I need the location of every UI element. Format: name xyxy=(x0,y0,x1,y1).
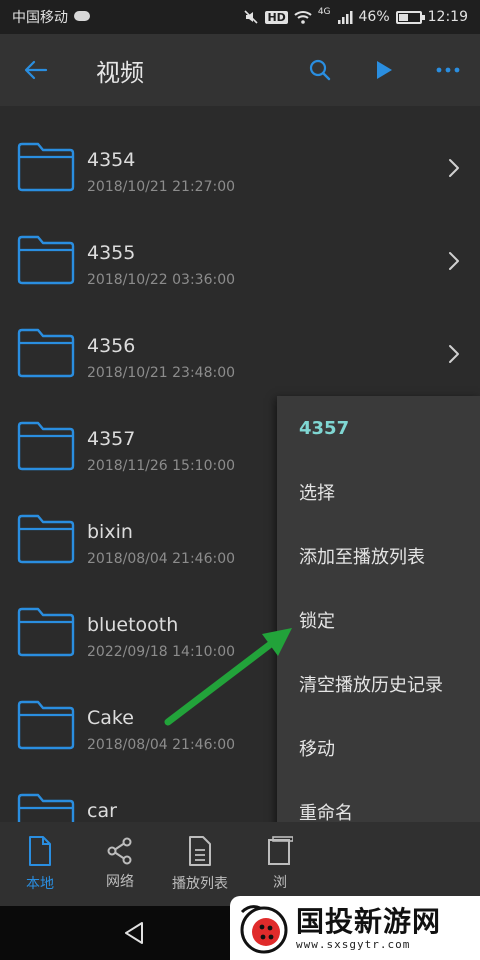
menu-item[interactable]: 添加至播放列表 xyxy=(277,524,480,588)
chevron-right-icon xyxy=(449,252,459,270)
file-icon xyxy=(29,836,51,866)
ladybug-logo-icon xyxy=(240,905,288,954)
file-date: 2018/10/21 21:27:00 xyxy=(87,179,236,195)
watermark-url: www.sxsgytr.com xyxy=(296,937,411,951)
document-icon xyxy=(189,836,211,866)
back-button[interactable] xyxy=(0,34,72,106)
file-row[interactable]: 4356 2018/10/21 23:48:00 xyxy=(0,307,480,400)
tab-local[interactable]: 本地 xyxy=(0,822,80,906)
status-bar: 中国移动 HD 4G 46% 12:19 xyxy=(0,0,480,34)
file-name: bixin xyxy=(87,521,133,543)
folder-icon xyxy=(17,514,75,564)
hd-icon: HD xyxy=(265,10,288,24)
page-title: 视频 xyxy=(96,58,144,87)
bottom-nav: 本地 网络 播放列表 浏 xyxy=(0,822,480,906)
folder-icon xyxy=(17,793,75,822)
file-name: 4356 xyxy=(87,335,136,357)
menu-item[interactable]: 清空播放历史记录 xyxy=(277,652,480,716)
watermark-title: 国投新游网 xyxy=(296,904,442,938)
chevron-right-icon xyxy=(449,345,459,363)
folder-icon xyxy=(17,607,75,657)
file-name: 4354 xyxy=(87,149,136,171)
file-row[interactable]: 4355 2018/10/22 03:36:00 xyxy=(0,214,480,307)
play-icon xyxy=(377,61,392,79)
folder-icon xyxy=(17,142,75,192)
battery-icon xyxy=(395,10,425,24)
file-name: bluetooth xyxy=(87,614,179,636)
app-bar: 视频 xyxy=(0,34,480,106)
share-icon xyxy=(107,837,132,865)
file-date: 2018/08/04 21:46:00 xyxy=(87,737,236,753)
tab-label: 浏 xyxy=(273,875,287,891)
mute-icon xyxy=(244,10,259,24)
file-name: Cake xyxy=(87,707,134,729)
file-name: 4357 xyxy=(87,428,136,450)
menu-item[interactable]: 移动 xyxy=(277,716,480,780)
file-date: 2018/10/21 23:48:00 xyxy=(87,365,236,381)
tab-playlist[interactable]: 播放列表 xyxy=(160,822,240,906)
signal-icon xyxy=(337,11,353,24)
file-date: 2022/09/18 14:10:00 xyxy=(87,644,236,660)
play-button[interactable] xyxy=(352,34,416,106)
tab-label: 本地 xyxy=(26,876,54,892)
network-type-label: 4G xyxy=(317,7,331,17)
file-date: 2018/10/22 03:36:00 xyxy=(87,272,236,288)
tab-network[interactable]: 网络 xyxy=(80,822,160,906)
folder-icon xyxy=(17,421,75,471)
file-name: car xyxy=(87,800,117,822)
search-icon xyxy=(309,59,331,81)
tab-label: 网络 xyxy=(106,874,134,890)
more-icon xyxy=(436,67,460,73)
folder-icon xyxy=(17,328,75,378)
system-back-button[interactable] xyxy=(74,906,194,960)
search-button[interactable] xyxy=(288,34,352,106)
menu-header: 4357 xyxy=(299,417,350,439)
watermark: 国投新游网 www.sxsgytr.com xyxy=(230,896,480,960)
triangle-back-icon xyxy=(125,922,143,944)
file-date: 2018/08/04 21:46:00 xyxy=(87,551,236,567)
file-row[interactable]: 4354 2018/10/21 21:27:00 xyxy=(0,121,480,214)
folder-icon xyxy=(17,235,75,285)
cloud-icon xyxy=(74,11,90,21)
wifi-icon xyxy=(294,11,312,24)
menu-item[interactable]: 锁定 xyxy=(277,588,480,652)
file-date: 2018/11/26 15:10:00 xyxy=(87,458,236,474)
clock-label: 12:19 xyxy=(427,9,468,25)
more-button[interactable] xyxy=(416,34,480,106)
tab-browse[interactable]: 浏 xyxy=(240,822,320,906)
file-name: 4355 xyxy=(87,242,136,264)
back-arrow-icon xyxy=(24,60,48,80)
battery-percent-label: 46% xyxy=(358,9,390,25)
tab-label: 播放列表 xyxy=(172,876,228,892)
chevron-right-icon xyxy=(449,159,459,177)
folder-icon xyxy=(17,700,75,750)
menu-item[interactable]: 选择 xyxy=(277,460,480,524)
carrier-label: 中国移动 xyxy=(12,10,68,26)
browse-icon xyxy=(268,836,293,865)
